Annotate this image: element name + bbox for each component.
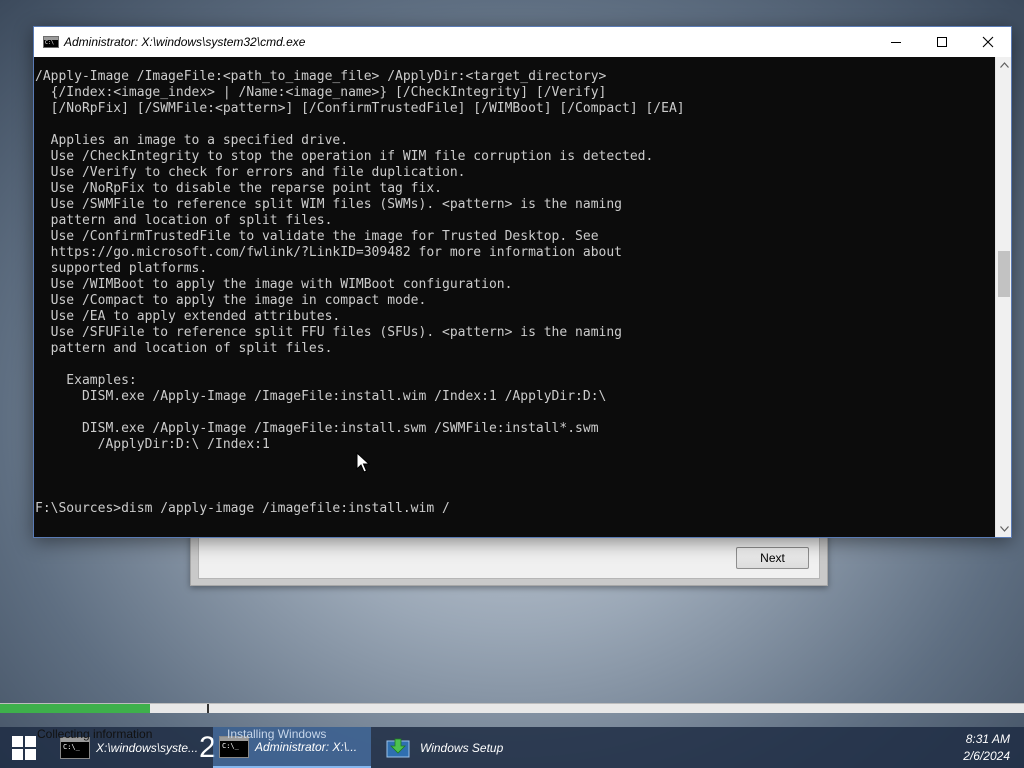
window-title: Administrator: X:\windows\system32\cmd.e… [64, 35, 306, 49]
maximize-button[interactable] [919, 27, 965, 57]
cmd-icon[interactable] [43, 36, 59, 48]
console-line: Use /CheckIntegrity to stop the operatio… [35, 149, 654, 164]
console-line: Use /NoRpFix to disable the reparse poin… [35, 181, 442, 196]
console-line: Use /EA to apply extended attributes. [35, 309, 341, 324]
scroll-up-button[interactable] [996, 57, 1012, 73]
console-line: DISM.exe /Apply-Image /ImageFile:install… [35, 389, 607, 404]
scroll-down-button[interactable] [996, 521, 1012, 537]
console-line: Applies an image to a specified drive. [35, 133, 349, 148]
setup-icon [386, 738, 410, 757]
console-line: pattern and location of split files. [35, 341, 333, 356]
chevron-down-icon [999, 526, 1009, 532]
setup-progress-fill [0, 704, 150, 713]
console-output[interactable]: /Apply-Image /ImageFile:<path_to_image_f… [34, 57, 995, 537]
maximize-icon [937, 37, 947, 47]
taskbar-item-windows-setup[interactable]: Windows Setup [380, 727, 530, 768]
chevron-up-icon [999, 62, 1009, 68]
console-line: Use /ConfirmTrustedFile to validate the … [35, 229, 599, 244]
console-line: Use /SFUFile to reference split FFU file… [35, 325, 622, 340]
scrollbar-thumb[interactable] [998, 251, 1010, 297]
minimize-button[interactable] [873, 27, 919, 57]
taskbar: X:\windows\syste... 2 Administrator: X:\… [0, 727, 1024, 768]
minimize-icon [891, 41, 901, 43]
cmd-window: Administrator: X:\windows\system32\cmd.e… [33, 26, 1012, 538]
progress-step-collecting-information: Collecting information [37, 727, 153, 741]
console-line: {/Index:<image_index> | /Name:<image_nam… [35, 85, 607, 100]
console-line: pattern and location of split files. [35, 213, 333, 228]
close-icon [982, 36, 994, 48]
console-line: DISM.exe /Apply-Image /ImageFile:install… [35, 421, 599, 436]
console-line: /Apply-Image /ImageFile:<path_to_image_f… [35, 69, 607, 84]
mouse-cursor-icon [356, 452, 370, 473]
windows-logo-icon [12, 735, 36, 760]
next-button[interactable]: Next [736, 547, 809, 569]
system-clock[interactable]: 8:31 AM 2/6/2024 [963, 731, 1010, 765]
setup-progress-bar [0, 703, 1024, 713]
console-line: Use /WIMBoot to apply the image with WIM… [35, 277, 513, 292]
taskbar-item-label: X:\windows\syste... [96, 740, 199, 755]
console-line: Use /Verify to check for errors and file… [35, 165, 466, 180]
console-line: Examples: [35, 373, 137, 388]
console-line: Use /SWMFile to reference split WIM file… [35, 197, 622, 212]
taskbar-item-label: Windows Setup [420, 740, 504, 755]
console-line: [/NoRpFix] [/SWMFile:<pattern>] [/Confir… [35, 101, 685, 116]
progress-step-installing-windows: Installing Windows [227, 727, 327, 741]
clock-date: 2/6/2024 [963, 749, 1010, 763]
close-button[interactable] [965, 27, 1011, 57]
console-line: F:\Sources>dism /apply-image /imagefile:… [35, 501, 450, 516]
console-line: /ApplyDir:D:\ /Index:1 [35, 437, 270, 452]
title-bar[interactable]: Administrator: X:\windows\system32\cmd.e… [34, 27, 1011, 57]
vertical-scrollbar[interactable] [995, 57, 1011, 537]
console-line: Use /Compact to apply the image in compa… [35, 293, 427, 308]
console-line: https://go.microsoft.com/fwlink/?LinkID=… [35, 245, 622, 260]
clock-time: 8:31 AM [965, 732, 1010, 746]
console-line: supported platforms. [35, 261, 208, 276]
taskbar-item-label: Administrator: X:\... [255, 739, 358, 754]
progress-step-divider [207, 704, 209, 713]
